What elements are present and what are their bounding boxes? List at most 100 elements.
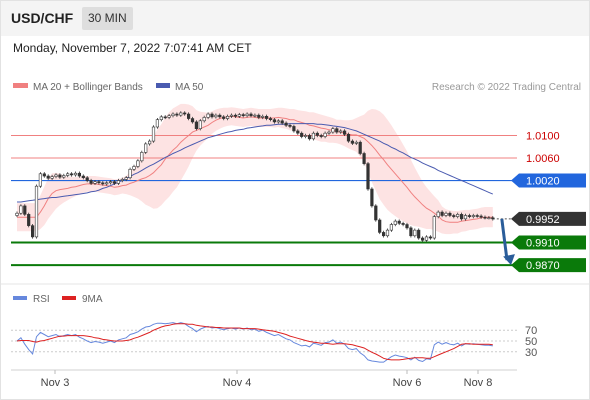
candle-body-down	[350, 140, 355, 144]
candle-body-up	[237, 114, 241, 117]
candle-body-down	[23, 205, 27, 215]
candle	[417, 228, 421, 240]
candle-body-down	[280, 120, 284, 124]
candle-body-up	[385, 229, 390, 237]
candle-body-up	[116, 180, 120, 184]
rsi-level-label: 30	[525, 347, 537, 359]
candle-body-down	[249, 113, 253, 117]
candle-body-up	[128, 168, 132, 179]
candle-body-up	[393, 220, 397, 225]
candle-body-down	[378, 219, 382, 233]
candle-body-down	[479, 215, 483, 218]
candle-body-up	[54, 174, 58, 177]
legend-9ma-label: 9MA	[82, 294, 103, 305]
legend-rsi-label: RSI	[33, 294, 50, 305]
candle-body-up	[339, 130, 343, 133]
candle-body-down	[233, 114, 238, 117]
credit-label: Research © 2022 Trading Central	[432, 82, 581, 93]
candle-body-down	[218, 114, 222, 118]
candle	[385, 228, 390, 238]
candle-body-down	[428, 236, 433, 239]
candle-body-down	[70, 173, 74, 176]
x-axis-labels: Nov 3 Nov 4 Nov 6 Nov 8	[41, 370, 492, 389]
candle	[346, 132, 351, 143]
candle-body-down	[292, 126, 296, 132]
candle-body-down	[374, 205, 378, 221]
candle-body-down	[440, 211, 444, 216]
legend-ma20-swatch	[13, 83, 28, 88]
candle-body-up	[261, 115, 265, 118]
candle	[362, 151, 366, 166]
candle	[428, 235, 433, 240]
candle-body-down	[30, 225, 35, 238]
x-tick-label: Nov 3	[41, 377, 70, 389]
candle-body-down	[27, 214, 31, 226]
candle-body-up	[198, 120, 202, 129]
candle	[159, 115, 163, 122]
candle-body-up	[19, 205, 23, 214]
candle	[381, 230, 386, 238]
candle-body-down	[307, 135, 312, 140]
candle-body-down	[448, 212, 452, 216]
candle-body-up	[66, 173, 70, 176]
candle-body-up	[50, 176, 54, 179]
candle-body-up	[487, 217, 491, 220]
candle-body-down	[85, 177, 89, 181]
candle-body-up	[132, 166, 136, 170]
candle	[397, 219, 401, 226]
candle-body-down	[483, 216, 487, 219]
candle	[366, 161, 370, 191]
legend-ma50: MA 50	[156, 82, 204, 93]
candle-body-down	[475, 215, 479, 217]
candle-body-up	[15, 212, 19, 216]
candle-body-up	[73, 172, 78, 176]
candle-body-up	[144, 143, 148, 153]
candle-body-down	[112, 181, 117, 184]
candle	[393, 219, 397, 227]
candle-body-down	[101, 182, 105, 185]
candle	[389, 222, 394, 232]
candle	[370, 187, 374, 208]
candle-body-down	[268, 118, 273, 120]
candle-body-down	[315, 132, 319, 136]
candle-body-down	[467, 215, 472, 217]
candle	[144, 142, 148, 155]
candle-body-up	[432, 216, 436, 239]
candle-body-up	[245, 113, 249, 117]
candle-body-up	[303, 135, 308, 137]
candle-body-down	[420, 237, 425, 241]
candle-body-up	[105, 182, 109, 185]
candle-body-down	[42, 173, 46, 177]
candle-body-down	[81, 175, 85, 179]
candle-body-down	[366, 163, 370, 190]
candle-body-up	[229, 114, 234, 117]
candle-body-up	[444, 212, 448, 216]
candle-body-up	[120, 179, 124, 181]
candle-body-down	[190, 118, 195, 123]
candle	[378, 218, 382, 235]
key-levels	[11, 134, 517, 267]
candle-body-down	[46, 175, 50, 179]
x-tick-label: Nov 4	[223, 377, 252, 389]
legend-ma20-label: MA 20 + Bollinger Bands	[33, 82, 143, 93]
candle-body-down	[163, 116, 167, 119]
candle-body-down	[222, 116, 226, 119]
bollinger-band-area	[17, 103, 493, 235]
candle-body-up	[413, 229, 417, 237]
current-price-label: 0.9952	[526, 214, 560, 226]
candle	[151, 125, 156, 143]
candle-body-down	[183, 112, 187, 115]
candle	[198, 119, 202, 131]
candle-body-up	[62, 175, 66, 178]
candle	[70, 172, 74, 177]
rsi-panel: 705030	[11, 322, 537, 363]
candle-body-up	[148, 140, 152, 145]
candle-body-up	[471, 215, 475, 217]
candle-body-down	[77, 172, 81, 177]
legend-ma50-label: MA 50	[175, 82, 204, 93]
candle-body-up	[311, 132, 316, 140]
candle	[409, 226, 413, 238]
candle	[424, 235, 429, 242]
candle	[73, 171, 78, 177]
candle-body-down	[194, 121, 199, 129]
